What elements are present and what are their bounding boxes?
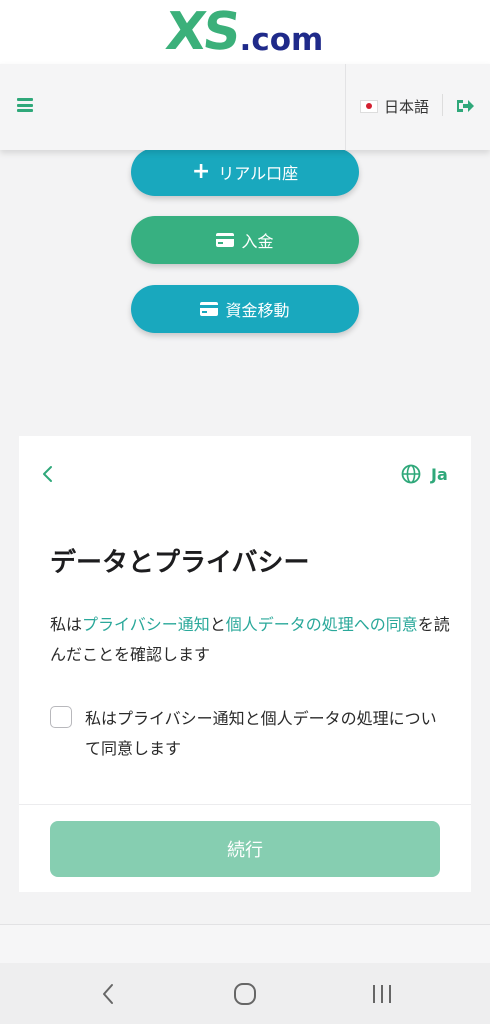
logout-icon[interactable] [455, 97, 475, 115]
plus-icon: + [191, 159, 211, 184]
hamburger-menu-icon[interactable] [17, 98, 33, 112]
language-switcher[interactable]: Ja [401, 464, 448, 484]
language-selector[interactable]: 日本語 [360, 96, 429, 117]
personal-data-consent-link[interactable]: 個人データの処理への同意 [226, 615, 418, 634]
xs-logo: XS .com [162, 2, 324, 62]
deposit-label: 入金 [241, 232, 274, 251]
privacy-notice-link[interactable]: プライバシー通知 [82, 615, 210, 634]
consent-checkbox[interactable] [50, 706, 72, 728]
consent-paragraph: 私はプライバシー通知と個人データの処理への同意を読んだことを確認します [50, 610, 450, 670]
chevron-left-icon[interactable] [41, 463, 55, 485]
deposit-button[interactable]: 入金 [131, 216, 359, 264]
header-separator [442, 94, 443, 116]
logo-bar: XS .com [0, 0, 490, 64]
logo-com-text: .com [239, 22, 324, 58]
continue-button[interactable]: 続行 [50, 821, 440, 877]
credit-card-icon [216, 233, 235, 247]
real-account-label: リアル口座 [218, 164, 299, 183]
continue-label: 続行 [227, 840, 263, 861]
back-nav-icon[interactable] [96, 981, 122, 1007]
globe-icon [401, 464, 421, 484]
language-code: Ja [431, 464, 448, 484]
card-divider [19, 804, 471, 805]
system-navigation-bar [0, 963, 490, 1024]
language-label: 日本語 [384, 98, 430, 116]
transfer-label: 資金移動 [225, 301, 290, 320]
header-divider [345, 64, 346, 150]
top-header: 日本語 [0, 64, 490, 150]
home-nav-icon[interactable] [232, 981, 258, 1007]
page-title: データとプライバシー [50, 548, 310, 578]
real-account-button[interactable]: + リアル口座 [131, 148, 359, 196]
transfer-button[interactable]: 資金移動 [131, 285, 359, 333]
bottom-spacer [0, 925, 490, 963]
logo-xs-text: XS [162, 2, 241, 62]
consent-checkbox-label[interactable]: 私はプライバシー通知と個人データの処理について同意します [85, 704, 445, 764]
para-and: と [209, 615, 226, 634]
para-prefix: 私は [50, 615, 83, 634]
recents-nav-icon[interactable] [369, 981, 395, 1007]
privacy-consent-card: Ja データとプライバシー 私はプライバシー通知と個人データの処理への同意を読ん… [19, 436, 471, 892]
japan-flag-icon [360, 100, 378, 113]
credit-card-icon [200, 302, 219, 316]
